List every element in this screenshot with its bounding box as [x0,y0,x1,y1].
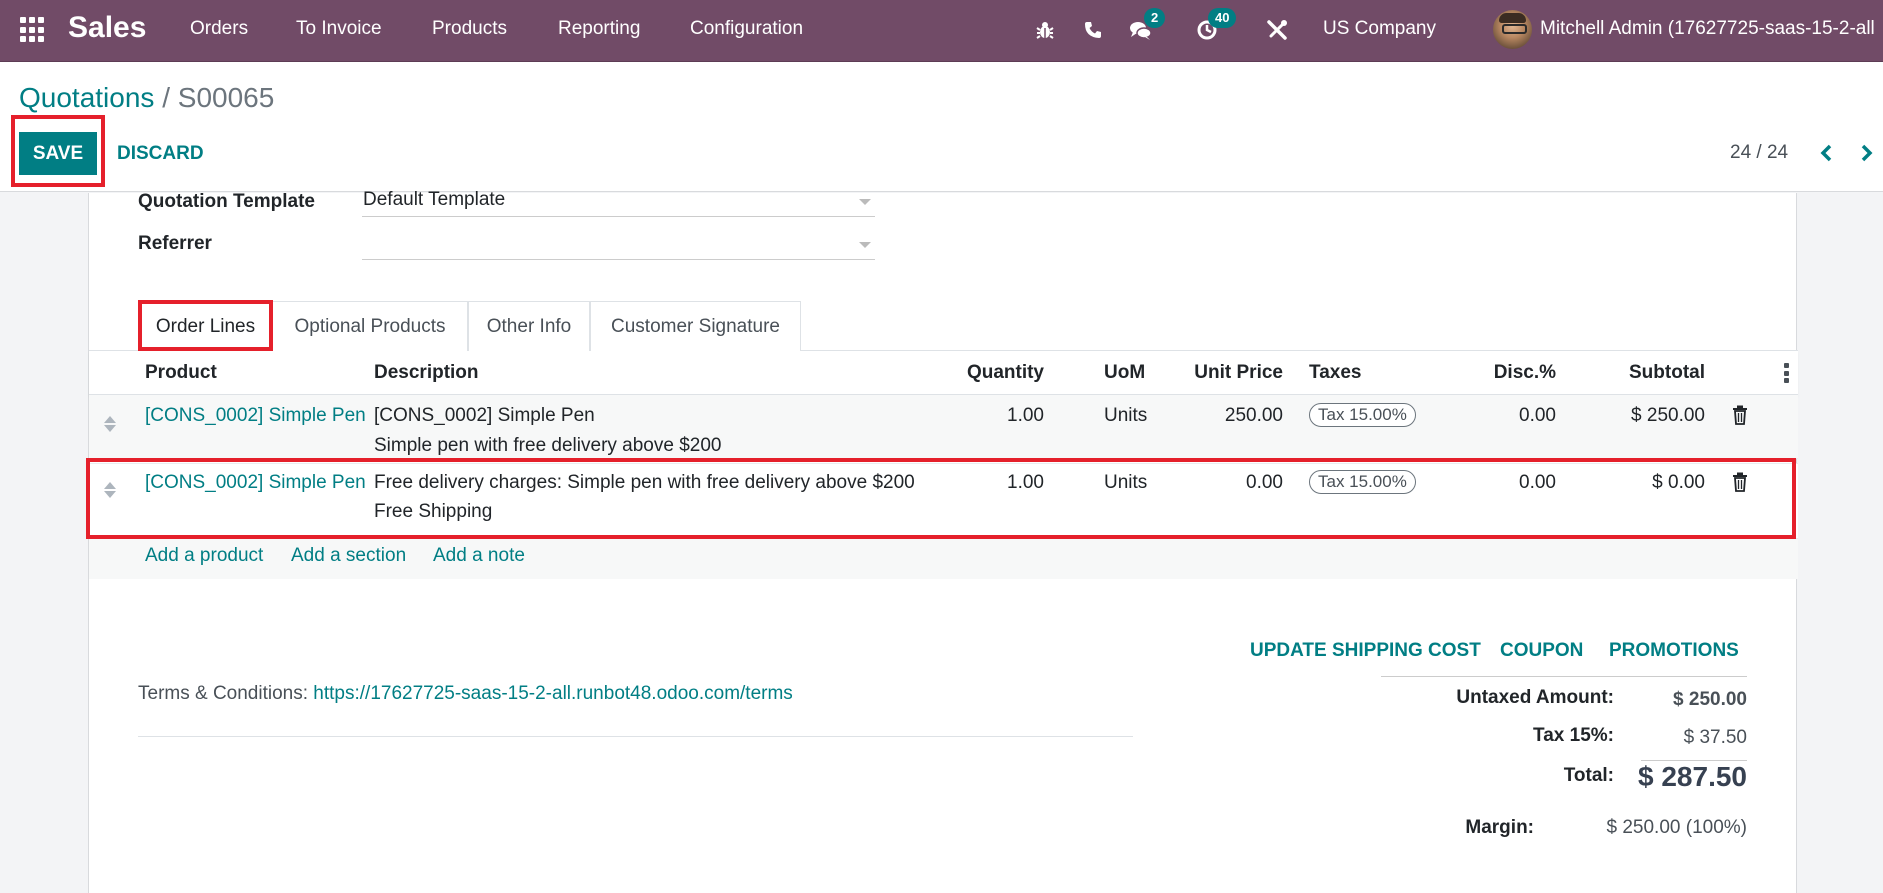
column-unit-price[interactable]: Unit Price [1163,362,1283,384]
quotation-template-value: Default Template [363,189,506,210]
row-discount[interactable]: 0.00 [1476,405,1556,427]
row-discount[interactable]: 0.00 [1476,472,1556,494]
messages-icon[interactable]: 2 [1128,8,1166,44]
quotation-template-field[interactable]: Default Template [362,189,875,217]
add-product-link[interactable]: Add a product [145,545,263,567]
company-switcher[interactable]: US Company [1323,18,1436,40]
column-discount[interactable]: Disc.% [1476,362,1556,384]
terms-divider [138,736,1133,737]
row-tax-tag[interactable]: Tax 15.00% [1309,470,1416,494]
table-row[interactable]: [CONS_0002] Simple Pen Free delivery cha… [89,463,1798,539]
update-shipping-cost-button[interactable]: UPDATE SHIPPING COST [1250,640,1481,662]
delete-trash-icon[interactable] [1732,472,1748,492]
form-sheet: Quotation Template Default Template Refe… [86,189,1798,893]
row-quantity[interactable]: 1.00 [944,472,1044,494]
tab-order-lines[interactable]: Order Lines [139,301,272,352]
user-avatar[interactable] [1493,10,1532,49]
tab-optional-products[interactable]: Optional Products [272,301,468,351]
column-taxes[interactable]: Taxes [1309,362,1361,384]
dropdown-caret-icon[interactable] [859,242,871,248]
add-note-link[interactable]: Add a note [433,545,525,567]
pager-next-icon[interactable] [1854,140,1880,166]
row-uom[interactable]: Units [1104,405,1147,427]
control-panel: Quotations / S00065 SAVE DISCARD 24 / 24 [0,62,1883,192]
tab-other-info[interactable]: Other Info [468,301,590,351]
dropdown-caret-icon[interactable] [859,199,871,205]
row-product[interactable]: [CONS_0002] Simple Pen [145,472,366,494]
row-quantity[interactable]: 1.00 [944,405,1044,427]
row-subtotal: $ 250.00 [1631,405,1705,426]
activities-badge: 40 [1208,8,1237,28]
tax-value: $ 37.50 [1683,727,1747,748]
add-section-link[interactable]: Add a section [291,545,406,567]
column-description[interactable]: Description [374,362,479,384]
breadcrumb-quotations[interactable]: Quotations [19,82,154,113]
breadcrumb-separator: / [162,82,170,113]
add-line-bar: Add a product Add a section Add a note [89,539,1798,579]
row-unit-price[interactable]: 0.00 [1163,472,1283,494]
notebook-tabs: Order Lines Optional Products Other Info… [89,301,1798,352]
user-menu[interactable]: Mitchell Admin (17627725-saas-15-2-all [1540,18,1875,40]
table-row[interactable]: [CONS_0002] Simple Pen [CONS_0002] Simpl… [89,395,1798,459]
row-description-line1[interactable]: [CONS_0002] Simple Pen [374,405,595,427]
totals-divider [1381,676,1747,677]
apps-menu-icon[interactable] [20,17,46,43]
menu-reporting[interactable]: Reporting [558,18,640,40]
row-uom[interactable]: Units [1104,472,1147,494]
messages-badge: 2 [1144,8,1166,28]
menu-configuration[interactable]: Configuration [690,18,803,40]
row-description-line2[interactable]: Free Shipping [374,501,492,523]
pager-previous-icon[interactable] [1813,140,1839,166]
table-header: Product Description Quantity UoM Unit Pr… [89,351,1798,395]
row-description-line1[interactable]: Free delivery charges: Simple pen with f… [374,472,915,494]
promotions-button[interactable]: PROMOTIONS [1609,640,1739,662]
activities-clock-icon[interactable]: 40 [1194,8,1237,44]
menu-orders[interactable]: Orders [190,18,248,40]
discard-button[interactable]: DISCARD [117,143,204,165]
row-product[interactable]: [CONS_0002] Simple Pen [145,405,366,427]
column-uom[interactable]: UoM [1104,362,1145,384]
margin-value: $ 250.00 (100%) [1606,817,1748,838]
tab-customer-signature[interactable]: Customer Signature [590,301,801,351]
drag-handle-icon[interactable] [104,482,116,500]
optional-columns-kebab-icon[interactable] [1783,363,1789,383]
tools-icon[interactable] [1264,16,1290,44]
margin-label: Margin: [1465,817,1534,838]
phone-icon[interactable] [1080,16,1106,44]
column-quantity[interactable]: Quantity [944,362,1044,384]
drag-handle-icon[interactable] [104,416,116,434]
menu-to-invoice[interactable]: To Invoice [296,18,382,40]
breadcrumb-current-record: S00065 [177,82,275,113]
app-name[interactable]: Sales [68,11,146,45]
quotation-template-label: Quotation Template [138,191,315,212]
pager-value[interactable]: 24 / 24 [1730,142,1788,164]
total-value: $ 287.50 [1638,761,1747,792]
column-product[interactable]: Product [145,362,217,384]
top-navbar: Sales Orders To Invoice Products Reporti… [0,0,1883,62]
menu-products[interactable]: Products [432,18,507,40]
row-subtotal: $ 0.00 [1652,472,1705,493]
row-unit-price[interactable]: 250.00 [1163,405,1283,427]
debug-bug-icon[interactable] [1032,16,1058,44]
terms-and-conditions: Terms & Conditions: https://17627725-saa… [138,683,793,705]
row-description-line2[interactable]: Simple pen with free delivery above $200 [374,435,721,457]
breadcrumb: Quotations / S00065 [19,82,274,114]
referrer-label: Referrer [138,233,212,254]
terms-link[interactable]: https://17627725-saas-15-2-all.runbot48.… [313,683,793,704]
row-tax-tag[interactable]: Tax 15.00% [1309,403,1416,427]
coupon-button[interactable]: COUPON [1500,640,1583,662]
untaxed-amount-value: $ 250.00 [1673,689,1747,710]
referrer-field[interactable] [362,232,875,260]
column-subtotal[interactable]: Subtotal [1605,362,1705,384]
save-button[interactable]: SAVE [19,132,97,175]
terms-label: Terms & Conditions: [138,683,309,704]
delete-trash-icon[interactable] [1732,405,1748,425]
